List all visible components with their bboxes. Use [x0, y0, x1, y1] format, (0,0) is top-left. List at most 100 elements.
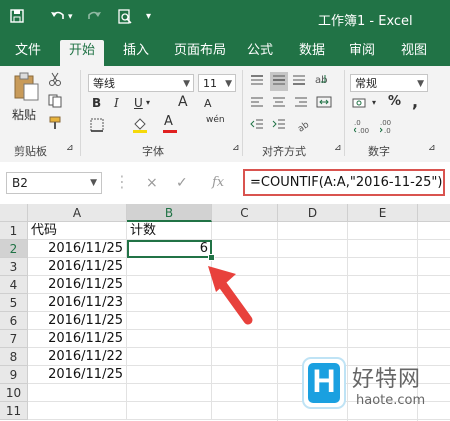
tab-page-layout[interactable]: 页面布局: [168, 42, 232, 66]
cancel-button[interactable]: ×: [146, 175, 158, 191]
row-header-3[interactable]: 3: [0, 258, 28, 276]
format-painter-icon[interactable]: [48, 116, 62, 133]
row-header-8[interactable]: 8: [0, 348, 28, 366]
merge-center-icon[interactable]: [316, 96, 332, 111]
accounting-dropdown-icon[interactable]: ▾: [372, 98, 376, 107]
cell-a9[interactable]: 2016/11/25: [28, 366, 127, 384]
annotation-arrow-icon: [208, 266, 253, 325]
orientation-icon[interactable]: ab: [296, 118, 311, 135]
name-box[interactable]: B2 ▼: [6, 172, 102, 194]
cell-b9[interactable]: [127, 366, 212, 384]
row-header-6[interactable]: 6: [0, 312, 28, 330]
align-bottom-icon[interactable]: [292, 74, 306, 89]
cut-icon[interactable]: [48, 72, 62, 89]
cell-a8[interactable]: 2016/11/22: [28, 348, 127, 366]
align-center-icon[interactable]: [272, 96, 286, 111]
font-name-select[interactable]: 等线 ▼: [88, 74, 194, 92]
underline-button[interactable]: U: [134, 96, 143, 110]
font-color-button[interactable]: A: [164, 114, 173, 129]
customize-icon[interactable]: ▾: [146, 11, 151, 22]
print-preview-icon[interactable]: [118, 9, 132, 28]
tab-file[interactable]: 文件: [8, 42, 48, 66]
copy-icon[interactable]: [48, 94, 64, 111]
bold-button[interactable]: B: [92, 96, 101, 110]
italic-button[interactable]: I: [114, 96, 119, 110]
comma-button[interactable]: ,: [412, 92, 418, 111]
cell-a11[interactable]: [28, 402, 127, 420]
decrease-indent-icon[interactable]: [250, 118, 264, 133]
cell-a5[interactable]: 2016/11/23: [28, 294, 127, 312]
tab-formulas[interactable]: 公式: [242, 42, 278, 66]
cell-b10[interactable]: [127, 384, 212, 402]
accounting-format-icon[interactable]: [352, 96, 370, 113]
formula-input[interactable]: =COUNTIF(A:A,"2016-11-25"): [243, 169, 445, 196]
increase-decimal-icon[interactable]: .0.00: [353, 118, 372, 137]
column-header-b[interactable]: B: [127, 204, 212, 222]
increase-indent-icon[interactable]: [272, 118, 286, 133]
column-header-a[interactable]: A: [28, 204, 127, 222]
cell-b7[interactable]: [127, 330, 212, 348]
row-header-9[interactable]: 9: [0, 366, 28, 384]
active-cell-border: [127, 240, 212, 258]
row-header-10[interactable]: 10: [0, 384, 28, 402]
grow-font-button[interactable]: A: [178, 94, 188, 110]
tab-review[interactable]: 审阅: [344, 42, 380, 66]
column-header-e[interactable]: E: [348, 204, 418, 222]
alignment-launcher-icon[interactable]: ⊿: [334, 143, 342, 153]
cell-a10[interactable]: [28, 384, 127, 402]
clipboard-launcher-icon[interactable]: ⊿: [66, 143, 74, 153]
number-format-select[interactable]: 常规 ▼: [350, 74, 428, 92]
borders-icon[interactable]: [90, 118, 104, 135]
site-watermark: H 好特网 haote.com: [300, 355, 450, 421]
cell-b8[interactable]: [127, 348, 212, 366]
select-all-corner[interactable]: [0, 204, 28, 222]
paste-icon[interactable]: [12, 72, 40, 105]
row-header-11[interactable]: 11: [0, 402, 28, 420]
cell-b11[interactable]: [127, 402, 212, 420]
undo-icon[interactable]: [50, 9, 66, 27]
percent-button[interactable]: %: [388, 94, 401, 109]
column-header-f[interactable]: [418, 204, 450, 222]
undo-dropdown-icon[interactable]: ▾: [68, 12, 73, 22]
column-header-c[interactable]: C: [212, 204, 278, 222]
font-size-select[interactable]: 11 ▼: [198, 74, 236, 92]
tab-home[interactable]: 开始: [60, 40, 104, 66]
cell-a3[interactable]: 2016/11/25: [28, 258, 127, 276]
font-launcher-icon[interactable]: ⊿: [232, 143, 240, 153]
save-icon[interactable]: [10, 9, 24, 27]
tab-view[interactable]: 视图: [396, 42, 432, 66]
cell-b1[interactable]: 计数: [127, 222, 212, 240]
fill-color-icon[interactable]: [132, 116, 148, 137]
window-title: 工作簿1 - Excel: [318, 14, 413, 29]
row-header-1[interactable]: 1: [0, 222, 28, 240]
insert-function-button[interactable]: fx: [212, 175, 224, 190]
enter-button[interactable]: ✓: [176, 175, 188, 191]
cell-a6[interactable]: 2016/11/25: [28, 312, 127, 330]
tab-insert[interactable]: 插入: [118, 42, 154, 66]
row-header-7[interactable]: 7: [0, 330, 28, 348]
cell-a4[interactable]: 2016/11/25: [28, 276, 127, 294]
wrap-text-icon[interactable]: ab: [314, 72, 330, 89]
paste-label[interactable]: 粘贴: [12, 106, 36, 123]
svg-text:.00: .00: [358, 127, 369, 134]
cell-a1[interactable]: 代码: [28, 222, 127, 240]
redo-icon[interactable]: [86, 9, 102, 27]
row-header-2[interactable]: 2: [0, 240, 28, 258]
resize-handle-icon[interactable]: ⋮: [114, 172, 130, 191]
svg-text:ab: ab: [296, 120, 310, 132]
cell-a2[interactable]: 2016/11/25: [28, 240, 127, 258]
align-middle-icon[interactable]: [270, 72, 288, 91]
shrink-font-button[interactable]: A: [204, 97, 212, 110]
align-top-icon[interactable]: [250, 74, 264, 89]
align-left-icon[interactable]: [250, 96, 264, 111]
underline-dropdown-icon[interactable]: ▾: [146, 98, 150, 107]
align-right-icon[interactable]: [294, 96, 308, 111]
tab-data[interactable]: 数据: [294, 42, 330, 66]
number-launcher-icon[interactable]: ⊿: [428, 143, 436, 153]
column-header-d[interactable]: D: [278, 204, 348, 222]
row-header-4[interactable]: 4: [0, 276, 28, 294]
cell-a7[interactable]: 2016/11/25: [28, 330, 127, 348]
phonetic-guide-button[interactable]: wén: [206, 116, 225, 125]
row-header-5[interactable]: 5: [0, 294, 28, 312]
decrease-decimal-icon[interactable]: .00.0: [379, 118, 398, 137]
